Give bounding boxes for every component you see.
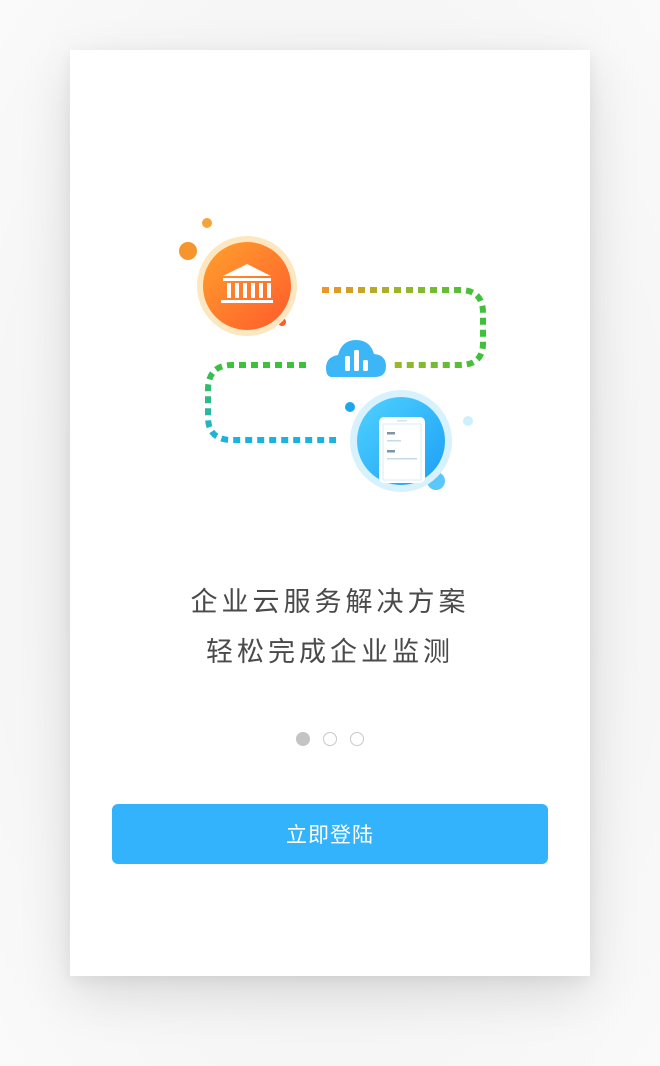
headline-line-2: 轻松完成企业监测 [206,637,454,668]
page-dot-1[interactable] [296,732,310,746]
bank-icon [197,236,297,336]
decor-dot [463,416,473,426]
headline-line-1: 企业云服务解决方案 [190,587,470,618]
login-button[interactable]: 立即登陆 [112,804,548,864]
connector-path-bottom [205,362,336,443]
page-dot-3[interactable] [350,732,364,746]
onboarding-screen: 企业云服务解决方案 轻松完成企业监测 立即登陆 [70,50,590,976]
cloud-chart-icon [326,340,386,377]
decor-dot [202,218,212,228]
decor-dot [345,402,355,412]
onboarding-illustration [179,218,486,492]
phone-document-icon [350,390,452,492]
decor-dot [179,242,197,260]
page-indicator [70,732,590,748]
page-dot-2[interactable] [323,732,337,746]
